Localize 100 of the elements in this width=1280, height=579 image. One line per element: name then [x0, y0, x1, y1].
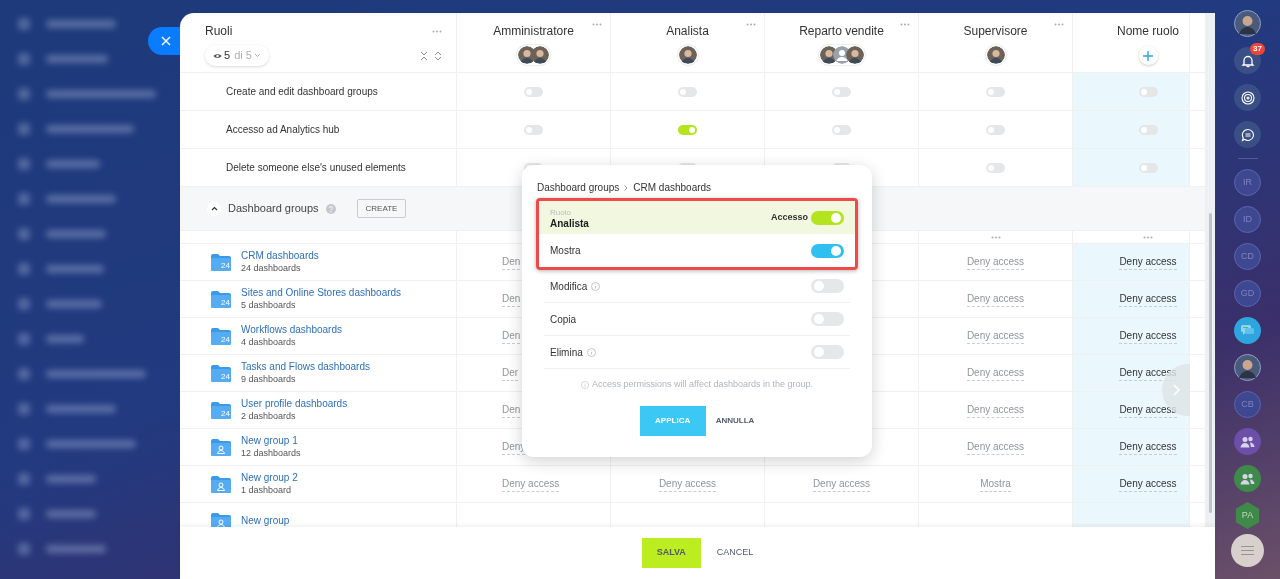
access-level-link[interactable]: Deny access	[1119, 291, 1177, 307]
menu-button[interactable]	[1231, 534, 1264, 567]
access-level-link[interactable]: Deny access	[966, 328, 1025, 344]
permission-label: Modifica	[550, 279, 588, 294]
close-icon	[161, 36, 171, 46]
avatar[interactable]	[1234, 10, 1261, 37]
section-title: Dashboard groups	[228, 201, 319, 217]
access-level-link[interactable]: Deny access	[966, 254, 1025, 270]
chevron-down-icon	[253, 53, 261, 58]
toggle-switch[interactable]	[986, 124, 1005, 135]
collapse-toggle[interactable]	[207, 201, 221, 216]
list-icon	[1241, 546, 1254, 555]
avatar	[986, 46, 1005, 64]
more-icon[interactable]	[432, 29, 442, 33]
permission-label: Delete someone else's unused elements	[226, 161, 406, 175]
group-name-link[interactable]: New group 1	[241, 435, 301, 447]
access-level-link[interactable]: Den	[502, 402, 521, 418]
access-level-link[interactable]: Deny access	[1119, 254, 1177, 270]
folder-icon: 24	[210, 363, 232, 383]
access-level-link[interactable]: Den	[502, 291, 521, 307]
add-role-button[interactable]	[1138, 46, 1158, 65]
group-name-link[interactable]: New group 2	[241, 472, 298, 484]
toggle-switch[interactable]	[1138, 124, 1158, 135]
group-button[interactable]	[1234, 465, 1261, 492]
avatar[interactable]	[1234, 354, 1261, 381]
close-button[interactable]	[148, 27, 182, 55]
toggle-switch[interactable]	[986, 162, 1005, 173]
group-name-link[interactable]: Sites and Online Stores dashboards	[241, 287, 402, 299]
group-name-link[interactable]: Tasks and Flows dashboards	[241, 361, 370, 373]
group-name-link[interactable]: CRM dashboards	[241, 250, 319, 262]
save-button[interactable]: SALVA	[641, 538, 701, 568]
more-icon[interactable]	[1143, 235, 1153, 239]
toggle-switch[interactable]	[1138, 162, 1158, 173]
toggle-switch[interactable]	[678, 124, 697, 135]
role-name: Nome ruolo	[1117, 23, 1179, 40]
access-level-link[interactable]: Deny access	[1119, 328, 1177, 344]
collapse-expand-icon[interactable]	[420, 50, 442, 61]
visibility-filter[interactable]: 5 di 5	[205, 45, 269, 66]
dashboard-count: 5 dashboards	[241, 299, 297, 311]
cancel-button[interactable]: ANNULLA	[715, 414, 755, 427]
toggle-switch[interactable]	[678, 86, 697, 97]
create-button[interactable]: CREATE	[356, 199, 407, 218]
activity-button[interactable]	[1234, 84, 1261, 111]
toggle-switch[interactable]	[811, 210, 844, 225]
access-level-link[interactable]: Den	[502, 254, 521, 270]
toggle-switch[interactable]	[524, 124, 543, 135]
role-name: Supervisore	[963, 23, 1028, 40]
more-icon[interactable]	[592, 23, 602, 26]
group-button[interactable]	[1234, 428, 1261, 455]
toggle-switch[interactable]	[832, 124, 851, 135]
people-icon	[1240, 435, 1255, 448]
info-icon[interactable]	[586, 347, 596, 357]
toggle-switch[interactable]	[524, 86, 543, 97]
role-name: Analista	[666, 23, 709, 40]
access-level-link[interactable]: Deny access	[966, 365, 1025, 381]
target-icon	[1240, 90, 1255, 105]
roles-title: Ruoli	[205, 23, 233, 40]
toggle-switch[interactable]	[832, 86, 851, 97]
access-level-link[interactable]: Deny access	[502, 476, 560, 492]
access-level-link[interactable]: Deny access	[966, 402, 1025, 418]
access-level-link[interactable]: Deny access	[812, 476, 871, 492]
access-level-link[interactable]: Deny access	[966, 291, 1025, 307]
toggle-switch[interactable]	[811, 243, 844, 258]
toggle-switch[interactable]	[986, 86, 1005, 97]
group-name-link[interactable]: Workflows dashboards	[241, 324, 342, 336]
folder-icon	[210, 437, 232, 457]
dashboard-count: 12 dashboards	[241, 447, 301, 459]
access-level-link[interactable]: Deny access	[966, 439, 1025, 455]
notification-count: 37	[1250, 43, 1265, 55]
more-icon[interactable]	[1054, 23, 1064, 26]
chat-button[interactable]	[1234, 121, 1261, 148]
dashboard-count: 24 dashboards	[241, 262, 302, 274]
access-level-link[interactable]: Deny access	[1119, 439, 1177, 455]
toggle-switch[interactable]	[811, 345, 844, 359]
access-level-link[interactable]: Deny access	[658, 476, 717, 492]
permission-label: Elimina	[550, 345, 583, 360]
breadcrumb-link[interactable]: Dashboard groups	[537, 180, 620, 195]
plus-icon	[1143, 50, 1153, 61]
chat-icon	[1240, 127, 1255, 142]
folder-icon: 24	[210, 252, 232, 272]
access-level-link[interactable]: Den	[502, 328, 521, 344]
more-icon[interactable]	[900, 23, 910, 26]
scrollbar-thumb[interactable]	[1208, 213, 1212, 513]
more-icon[interactable]	[990, 235, 1001, 239]
access-level-link[interactable]: Der	[502, 365, 519, 381]
group-avatar[interactable]: PA	[1234, 502, 1261, 529]
cancel-button[interactable]: CANCEL	[716, 546, 754, 560]
access-level-link[interactable]: Deny access	[1119, 476, 1177, 492]
info-icon[interactable]	[591, 281, 601, 291]
group-name-link[interactable]: User profile dashboards	[241, 398, 348, 410]
dashboard-count: 2 dashboards	[241, 410, 297, 422]
help-icon[interactable]	[325, 203, 336, 214]
toggle-switch[interactable]	[811, 279, 844, 293]
toggle-switch[interactable]	[811, 312, 844, 326]
group-name-link[interactable]: New group	[241, 515, 290, 527]
apply-button[interactable]: APPLICA	[639, 405, 706, 436]
messages-button[interactable]	[1234, 317, 1261, 344]
toggle-switch[interactable]	[1138, 86, 1158, 97]
more-icon[interactable]	[746, 23, 756, 26]
access-level-link[interactable]: Mostra	[980, 476, 1011, 492]
